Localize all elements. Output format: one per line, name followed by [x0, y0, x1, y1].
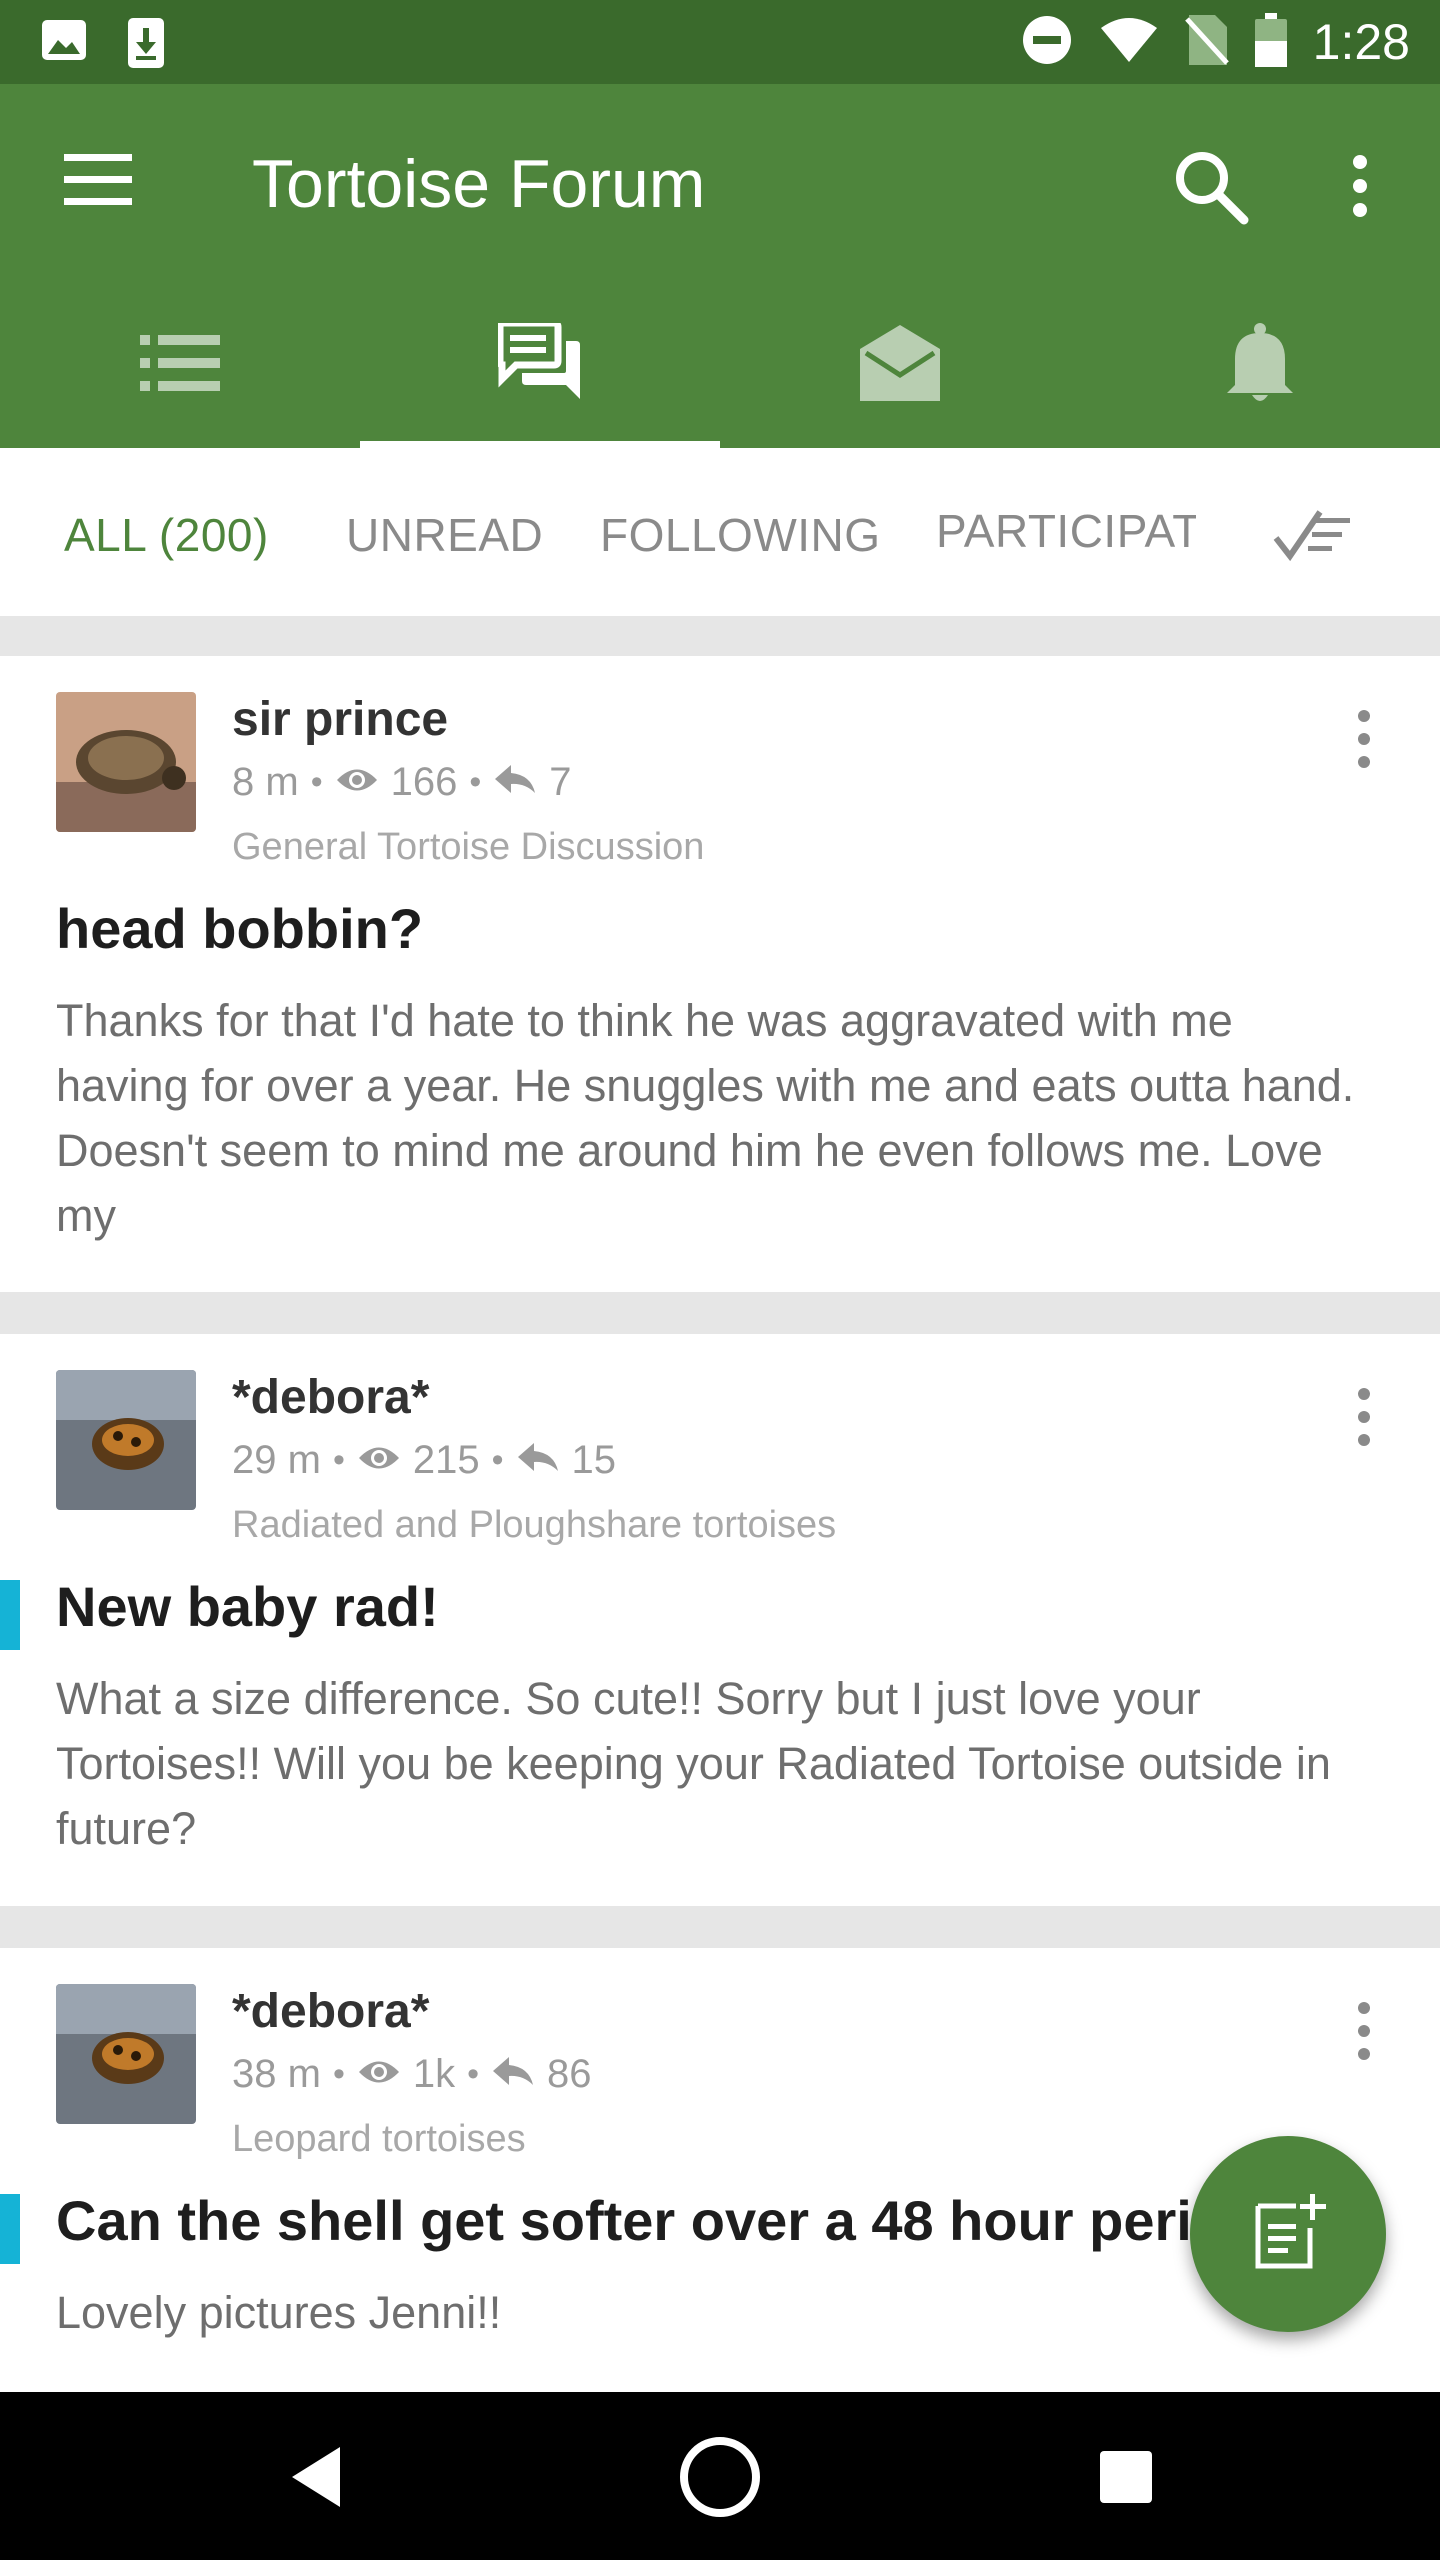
thread-meta: 38 m • 1k • 86 [232, 2052, 592, 2097]
do-not-disturb-icon [1021, 14, 1073, 71]
separator-dot: • [310, 763, 323, 801]
reply-count: 86 [547, 2052, 592, 2096]
thread-options-icon[interactable] [1344, 1382, 1384, 1452]
app-bar: Tortoise Forum [0, 84, 1440, 448]
separator-dot: • [467, 2055, 479, 2093]
system-nav-bar [0, 2392, 1440, 2560]
thread-card[interactable]: *debora* 29 m • 215 • 15 Radiated and Pl… [0, 1334, 1440, 1906]
thread-options-icon[interactable] [1344, 1996, 1384, 2066]
tab-categories[interactable] [0, 282, 360, 448]
thread-age: 8 m [232, 760, 299, 804]
eye-icon [335, 760, 379, 805]
image-icon [40, 16, 88, 75]
filter-participated-clip: PARTICIPATED [936, 504, 1196, 568]
mail-open-icon [860, 324, 940, 406]
thread-snippet: What a size difference. So cute!! Sorry … [56, 1673, 1331, 1854]
battery-icon [1254, 12, 1287, 72]
tab-threads[interactable] [360, 282, 720, 448]
reply-icon [491, 2052, 535, 2097]
avatar[interactable] [56, 692, 196, 832]
thread-forum[interactable]: Leopard tortoises [232, 2118, 526, 2161]
bell-icon [1225, 322, 1295, 408]
reply-count: 15 [571, 1438, 617, 1482]
recents-icon[interactable] [1076, 2432, 1176, 2522]
view-count: 215 [412, 1438, 480, 1482]
filter-unread[interactable]: UNREAD [346, 508, 543, 562]
separator-dot: • [469, 763, 482, 801]
thread-options-icon[interactable] [1344, 704, 1384, 774]
filter-all[interactable]: ALL (200) [64, 508, 269, 562]
new-post-icon [1248, 2192, 1328, 2277]
separator-dot: • [332, 2055, 345, 2093]
list-icon [140, 334, 220, 396]
status-time: 1:28 [1312, 14, 1410, 70]
wifi-icon [1099, 16, 1159, 69]
thread-age: 29 m [232, 1438, 321, 1482]
thread-author[interactable]: *debora* [232, 1370, 429, 1425]
thread-age: 38 m [232, 2052, 321, 2096]
new-thread-button[interactable] [1190, 2136, 1386, 2332]
eye-icon [357, 2052, 401, 2097]
thread-meta: 29 m • 215 • 15 [232, 1438, 616, 1483]
view-count: 166 [390, 760, 458, 804]
status-bar: 1:28 [0, 0, 1440, 84]
thread-forum[interactable]: Radiated and Ploughshare tortoises [232, 1504, 836, 1547]
tab-notifications[interactable] [1080, 282, 1440, 448]
forum-icon [496, 319, 582, 408]
tab-messages[interactable] [720, 282, 1080, 448]
thread-forum[interactable]: General Tortoise Discussion [232, 826, 704, 869]
thread-snippet: Thanks for that I'd hate to think he was… [56, 995, 1355, 1241]
separator-dot: • [491, 1441, 504, 1479]
app-title: Tortoise Forum [252, 146, 706, 222]
main-tabs [0, 282, 1440, 448]
reply-count: 7 [549, 760, 572, 804]
more-options-icon[interactable] [1340, 146, 1380, 226]
thread-filter-bar: ALL (200) UNREAD FOLLOWING PARTICIPATED [0, 448, 1440, 616]
no-sim-icon [1184, 13, 1229, 72]
download-icon [126, 16, 166, 75]
search-icon[interactable] [1170, 146, 1250, 226]
menu-icon[interactable] [64, 154, 132, 206]
view-count: 1k [412, 2052, 456, 2096]
reply-icon [493, 760, 537, 805]
thread-title[interactable]: New baby rad! [56, 1574, 1436, 1639]
filter-participated[interactable]: PARTICIPATED [936, 504, 1196, 558]
avatar[interactable] [56, 1984, 196, 2124]
thread-author[interactable]: *debora* [232, 1984, 429, 2039]
thread-title[interactable]: head bobbin? [56, 896, 1436, 961]
thread-card[interactable]: sir prince 8 m • 166 • 7 General Tortois… [0, 656, 1440, 1292]
avatar[interactable] [56, 1370, 196, 1510]
mark-all-read-icon[interactable] [1272, 504, 1356, 564]
unread-indicator [0, 2194, 20, 2264]
thread-author[interactable]: sir prince [232, 692, 448, 747]
reply-icon [516, 1438, 560, 1483]
eye-icon [357, 1438, 401, 1483]
filter-following[interactable]: FOLLOWING [600, 508, 881, 562]
separator-dot: • [332, 1441, 345, 1479]
back-icon[interactable] [266, 2432, 366, 2522]
home-icon[interactable] [670, 2432, 770, 2522]
thread-snippet: Lovely pictures Jenni!! [56, 2287, 502, 2338]
unread-indicator [0, 1580, 20, 1650]
thread-meta: 8 m • 166 • 7 [232, 760, 572, 805]
